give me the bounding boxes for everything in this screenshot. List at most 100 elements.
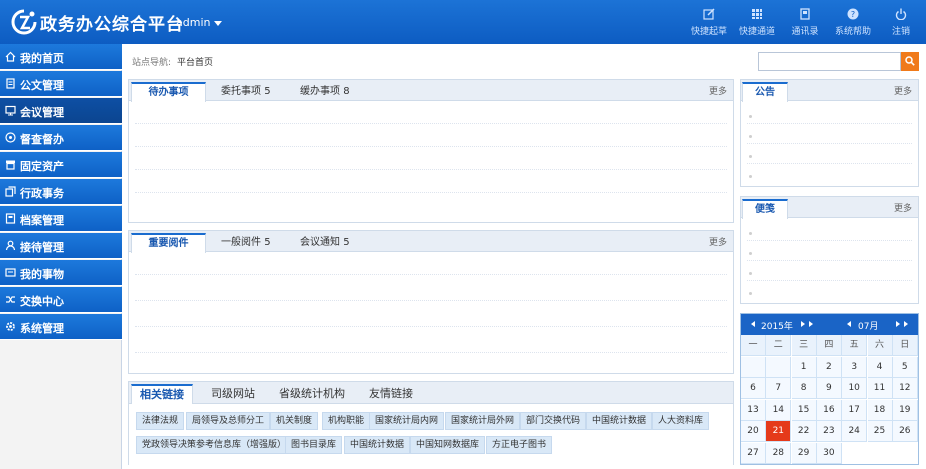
more-link[interactable]: 更多 <box>709 84 727 97</box>
sidebar-item-reception[interactable]: 接待管理 <box>0 233 122 259</box>
search-button[interactable] <box>901 52 919 71</box>
user-menu[interactable]: admin <box>176 16 223 29</box>
sidebar-item-exchange[interactable]: 交换中心 <box>0 287 122 313</box>
calendar-day[interactable]: 23 <box>816 421 842 442</box>
sidebar-item-label: 固定资产 <box>20 160 64 173</box>
memo-panel: 便笺 更多 <box>740 196 919 304</box>
quick-draft-button[interactable]: 快捷起草 <box>685 8 733 37</box>
store-icon <box>6 160 15 170</box>
more-link[interactable]: 更多 <box>709 235 727 248</box>
calendar-day[interactable]: 20 <box>741 421 766 442</box>
link-item[interactable]: 人大资料库 <box>652 412 710 430</box>
calendar-day[interactable]: 1 <box>791 356 817 378</box>
tab-general-reading[interactable]: 一般阅件 5 <box>221 233 271 252</box>
sidebar-item-documents[interactable]: 公文管理 <box>0 71 122 97</box>
list-row-divider <box>747 280 912 281</box>
calendar-year[interactable]: 2015年 <box>761 319 793 332</box>
calendar-day[interactable]: 2 <box>816 356 842 378</box>
link-item[interactable]: 部门交换代码 <box>520 412 587 430</box>
calendar-day[interactable]: 17 <box>842 399 868 421</box>
tab-deferred[interactable]: 缓办事项 8 <box>300 82 350 101</box>
calendar-day[interactable]: 10 <box>842 378 868 399</box>
sidebar-item-meetings[interactable]: 会议管理 <box>0 98 122 124</box>
calendar-day[interactable]: 12 <box>892 378 918 399</box>
prev-month-icon[interactable] <box>847 321 851 327</box>
calendar-day[interactable]: 19 <box>892 399 918 421</box>
quick-channel-button[interactable]: 快捷通道 <box>733 8 781 37</box>
calendar-day[interactable]: 15 <box>791 399 817 421</box>
calendar-day[interactable]: 5 <box>892 356 918 378</box>
sidebar-item-fixed-assets[interactable]: 固定资产 <box>0 152 122 178</box>
tool-label: 通讯录 <box>791 27 819 37</box>
link-item[interactable]: 国家统计局外网 <box>445 412 521 430</box>
sidebar-item-home[interactable]: 我的首页 <box>0 44 122 70</box>
link-item[interactable]: 中国统计数据 <box>344 436 411 454</box>
calendar-day[interactable]: 29 <box>791 442 817 464</box>
calendar-day[interactable]: 28 <box>766 442 792 464</box>
calendar-day[interactable]: 25 <box>867 421 893 442</box>
sidebar-item-supervision[interactable]: 督查督办 <box>0 125 122 151</box>
calendar-day[interactable]: 7 <box>766 378 792 399</box>
year-dropdown-icon[interactable] <box>809 321 813 327</box>
contacts-button[interactable]: 通讯录 <box>781 8 829 37</box>
more-link[interactable]: 更多 <box>894 84 912 97</box>
calendar-month[interactable]: 07月 <box>858 319 878 332</box>
logout-button[interactable]: 注销 <box>877 8 925 37</box>
tool-label: 注销 <box>891 27 910 37</box>
tab-related-links[interactable]: 相关链接 <box>131 384 193 404</box>
calendar-day[interactable]: 9 <box>816 378 842 399</box>
calendar-day[interactable]: 16 <box>816 399 842 421</box>
tab-todo[interactable]: 待办事项 <box>131 82 206 102</box>
sidebar-item-my-affairs[interactable]: 我的事物 <box>0 260 122 286</box>
tab-label: 缓办事项 <box>300 86 340 97</box>
calendar-day[interactable]: 6 <box>741 378 766 399</box>
link-item[interactable]: 局领导及总师分工 <box>186 412 271 430</box>
sidebar-item-system[interactable]: 系统管理 <box>0 314 122 340</box>
sidebar-item-archives[interactable]: 档案管理 <box>0 206 122 232</box>
month-dropdown-icon[interactable] <box>904 321 908 327</box>
tab-delegated[interactable]: 委托事项 5 <box>221 82 271 101</box>
list-row-divider <box>747 123 912 124</box>
link-item[interactable]: 图书目录库 <box>285 436 343 454</box>
link-item[interactable]: 机构职能 <box>322 412 371 430</box>
search-input[interactable] <box>758 52 901 71</box>
notice-tabbar: 公告 更多 <box>741 80 918 102</box>
calendar-day[interactable]: 14 <box>766 399 792 421</box>
sidebar-item-admin-affairs[interactable]: 行政事务 <box>0 179 122 205</box>
tab-important-reading[interactable]: 重要阅件 <box>131 233 206 253</box>
next-year-icon[interactable] <box>801 321 805 327</box>
sidebar-item-label: 督查督办 <box>20 133 64 146</box>
calendar-day[interactable]: 18 <box>867 399 893 421</box>
edit-icon <box>703 8 715 20</box>
calendar-day[interactable]: 3 <box>842 356 868 378</box>
tab-provincial-agencies[interactable]: 省级统计机构 <box>279 384 345 403</box>
link-item[interactable]: 中国知网数据库 <box>410 436 486 454</box>
tab-department-sites[interactable]: 司级网站 <box>211 384 255 403</box>
calendar-day[interactable]: 8 <box>791 378 817 399</box>
prev-year-icon[interactable] <box>751 321 755 327</box>
tab-meeting-notice[interactable]: 会议通知 5 <box>300 233 350 252</box>
breadcrumb-current[interactable]: 平台首页 <box>177 58 213 68</box>
link-item[interactable]: 中国统计数据 <box>586 412 653 430</box>
more-link[interactable]: 更多 <box>894 201 912 214</box>
list-row-divider <box>135 300 727 301</box>
tab-friendly-links[interactable]: 友情链接 <box>369 384 413 403</box>
calendar-day[interactable]: 30 <box>816 442 842 464</box>
link-item[interactable]: 机关制度 <box>270 412 319 430</box>
calendar-day-today[interactable]: 21 <box>766 421 792 442</box>
link-item[interactable]: 党政领导决策参考信息库（增强版） <box>136 436 293 454</box>
notice-title[interactable]: 公告 <box>742 82 788 102</box>
calendar-day[interactable]: 26 <box>892 421 918 442</box>
memo-title[interactable]: 便笺 <box>742 199 788 219</box>
help-button[interactable]: ? 系统帮助 <box>829 8 877 37</box>
calendar-day[interactable]: 4 <box>867 356 893 378</box>
calendar-day[interactable]: 27 <box>741 442 766 464</box>
link-item[interactable]: 国家统计局内网 <box>369 412 445 430</box>
next-month-icon[interactable] <box>896 321 900 327</box>
calendar-day[interactable]: 24 <box>842 421 868 442</box>
calendar-day[interactable]: 22 <box>791 421 817 442</box>
link-item[interactable]: 法律法规 <box>136 412 185 430</box>
calendar-day[interactable]: 13 <box>741 399 766 421</box>
link-item[interactable]: 方正电子图书 <box>486 436 553 454</box>
calendar-day[interactable]: 11 <box>867 378 893 399</box>
